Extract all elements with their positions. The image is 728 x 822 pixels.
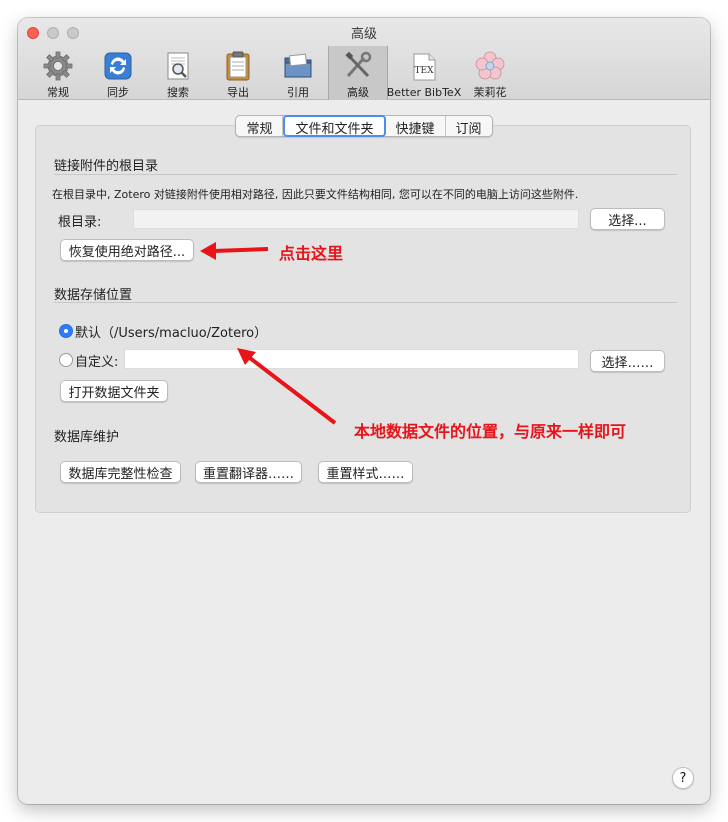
annotation-location-note: 本地数据文件的位置，与原来一样即可 [354,422,627,441]
annotation-click-here: 点击这里 [279,244,344,263]
arrow-to-revert-button [200,242,269,260]
arrow-to-default-location [237,348,337,425]
annotation-arrows [200,242,337,425]
